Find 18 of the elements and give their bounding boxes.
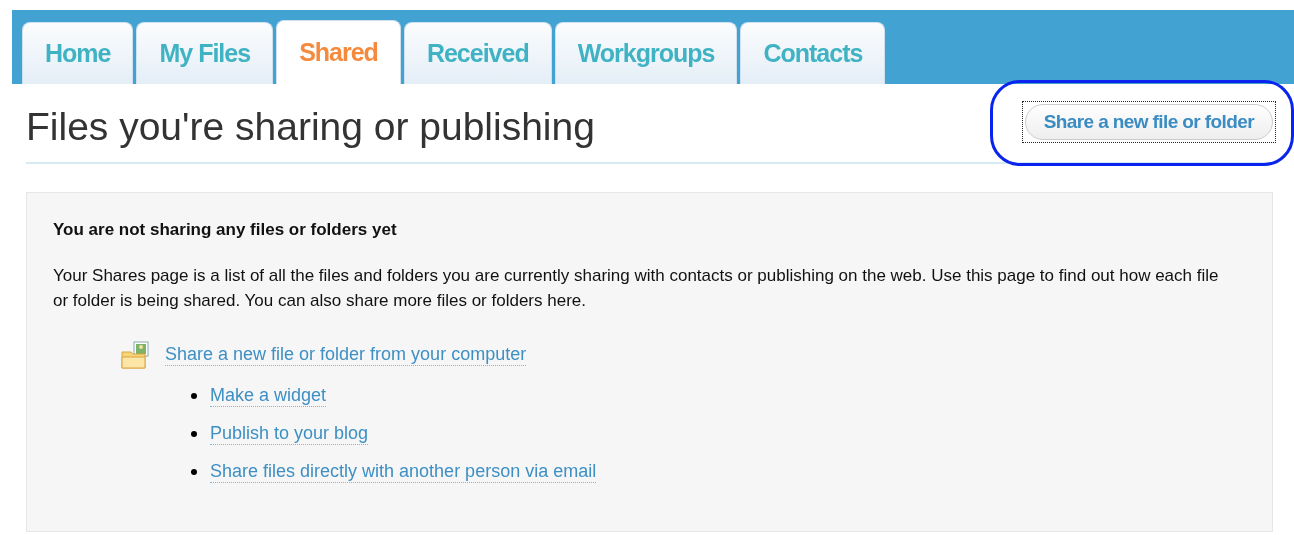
option-link[interactable]: Share files directly with another person via email — [210, 461, 597, 483]
bullet-icon — [191, 431, 197, 437]
tab[interactable]: My Files — [136, 22, 274, 84]
tab[interactable]: Shared — [276, 20, 401, 84]
tab[interactable]: Home — [22, 22, 134, 84]
option-link[interactable]: Publish to your blog — [210, 423, 369, 445]
bullet-icon — [191, 469, 197, 475]
share-button[interactable]: Share a new file or folder — [1024, 103, 1273, 140]
tab[interactable]: Workgroups — [554, 22, 738, 84]
empty-state-heading: You are not sharing any files or folders yet — [53, 220, 398, 240]
description: Your Shares page is a list of all the files and folders you are currently sharing with contacts or publishing on the web. Use this page to find out how each file or folder is being shared. You can also share more files or folders here. — [53, 265, 1220, 312]
share-link[interactable]: Share a new file or folder from your computer — [165, 344, 527, 366]
bullet-icon — [191, 393, 197, 399]
tab[interactable]: Received — [403, 22, 552, 84]
tab[interactable]: Contacts — [740, 22, 886, 84]
option-link[interactable]: Make a widget — [210, 385, 327, 407]
page-title: Files you're sharing or publishing — [26, 105, 595, 149]
folder-picture-icon — [121, 341, 151, 369]
